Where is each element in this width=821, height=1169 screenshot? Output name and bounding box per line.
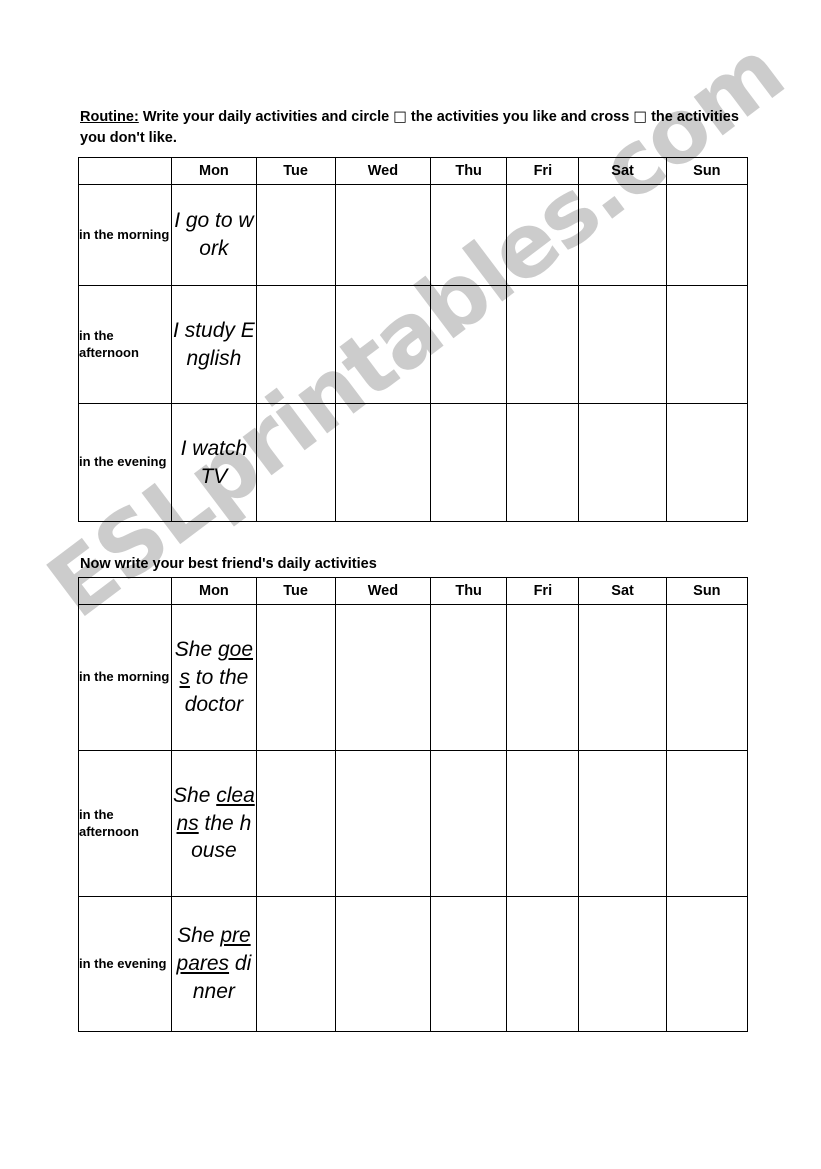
entry-cell-wed[interactable] xyxy=(334,896,432,1032)
entry-cell-wed[interactable] xyxy=(334,604,432,751)
entry-cell-fri[interactable] xyxy=(506,184,580,286)
daypart-label-afternoon: in the afternoon xyxy=(77,285,173,404)
entry-cell-thu[interactable] xyxy=(430,403,508,522)
routine-instruction-text-1: Write your daily activities and circle xyxy=(138,108,394,125)
entry-cell-wed[interactable] xyxy=(334,750,432,897)
routine-instruction-text-2: the activities you like and cross xyxy=(406,108,634,125)
table-row-evening: in the evening She prepares dinner xyxy=(77,896,749,1032)
header-cell-blank xyxy=(77,577,173,605)
friend-instruction: Now write your best friend's daily activ… xyxy=(80,555,377,572)
entry-cell-sun[interactable] xyxy=(665,604,749,751)
entry-cell-mon[interactable]: She prepares dinner xyxy=(171,896,257,1032)
entry-cell-sat[interactable] xyxy=(578,184,667,286)
header-cell-tue: Tue xyxy=(255,577,336,605)
entry-cell-thu[interactable] xyxy=(430,285,508,404)
header-cell-blank xyxy=(77,157,173,185)
entry-cell-tue[interactable] xyxy=(255,896,336,1032)
entry-cell-wed[interactable] xyxy=(334,403,432,522)
entry-cell-mon[interactable]: She goes to the doctor xyxy=(171,604,257,751)
entry-text: I watch TV xyxy=(180,436,248,488)
daypart-label-afternoon: in the afternoon xyxy=(77,750,173,897)
entry-cell-fri[interactable] xyxy=(506,750,580,897)
entry-cell-sat[interactable] xyxy=(578,750,667,897)
entry-cell-sat[interactable] xyxy=(578,285,667,404)
entry-cell-sun[interactable] xyxy=(665,184,749,286)
entry-text-after: to the doctor xyxy=(184,665,249,717)
header-cell-thu: Thu xyxy=(430,577,508,605)
header-cell-fri: Fri xyxy=(506,157,580,185)
table-header-row: Mon Tue Wed Thu Fri Sat Sun xyxy=(77,577,749,605)
header-cell-thu: Thu xyxy=(430,157,508,185)
entry-cell-tue[interactable] xyxy=(255,750,336,897)
daypart-label-evening: in the evening xyxy=(77,403,173,522)
routine-table-self: Mon Tue Wed Thu Fri Sat Sun in the morni… xyxy=(77,157,749,522)
entry-cell-tue[interactable] xyxy=(255,604,336,751)
entry-cell-mon[interactable]: I go to work xyxy=(171,184,257,286)
entry-cell-mon[interactable]: She cleans the house xyxy=(171,750,257,897)
header-cell-sat: Sat xyxy=(578,577,667,605)
daypart-label-evening: in the evening xyxy=(77,896,173,1032)
entry-cell-thu[interactable] xyxy=(430,750,508,897)
entry-cell-sat[interactable] xyxy=(578,604,667,751)
routine-table-friend: Mon Tue Wed Thu Fri Sat Sun in the morni… xyxy=(77,577,749,1032)
header-cell-wed: Wed xyxy=(334,577,432,605)
entry-cell-thu[interactable] xyxy=(430,896,508,1032)
entry-cell-thu[interactable] xyxy=(430,604,508,751)
daypart-label-morning: in the morning xyxy=(77,604,173,751)
entry-cell-sun[interactable] xyxy=(665,896,749,1032)
header-cell-tue: Tue xyxy=(255,157,336,185)
entry-cell-wed[interactable] xyxy=(334,184,432,286)
entry-cell-wed[interactable] xyxy=(334,285,432,404)
entry-cell-fri[interactable] xyxy=(506,285,580,404)
entry-cell-sat[interactable] xyxy=(578,896,667,1032)
daypart-label-morning: in the morning xyxy=(77,184,173,286)
table-row-morning: in the morning She goes to the doctor xyxy=(77,604,749,751)
entry-cell-sun[interactable] xyxy=(665,403,749,522)
entry-cell-fri[interactable] xyxy=(506,604,580,751)
entry-text-after: the house xyxy=(191,811,252,863)
table-row-morning: in the morning I go to work xyxy=(77,184,749,286)
header-cell-wed: Wed xyxy=(334,157,432,185)
table-header-row: Mon Tue Wed Thu Fri Sat Sun xyxy=(77,157,749,185)
routine-instruction-label: Routine: xyxy=(80,108,139,125)
entry-cell-sun[interactable] xyxy=(665,285,749,404)
header-cell-sat: Sat xyxy=(578,157,667,185)
cross-symbol-icon: □ xyxy=(633,108,648,125)
worksheet-page: ESLprintables.com Routine: Write your da… xyxy=(0,0,821,1169)
entry-cell-tue[interactable] xyxy=(255,285,336,404)
entry-text: I go to work xyxy=(174,209,254,260)
header-cell-fri: Fri xyxy=(506,577,580,605)
entry-cell-sun[interactable] xyxy=(665,750,749,897)
header-cell-mon: Mon xyxy=(171,577,257,605)
entry-text-before: She xyxy=(173,783,217,807)
entry-cell-mon[interactable]: I watch TV xyxy=(171,403,257,522)
entry-text-before: She xyxy=(174,637,218,661)
entry-cell-tue[interactable] xyxy=(255,184,336,286)
entry-cell-fri[interactable] xyxy=(506,896,580,1032)
entry-cell-thu[interactable] xyxy=(430,184,508,286)
entry-cell-tue[interactable] xyxy=(255,403,336,522)
entry-cell-mon[interactable]: I study English xyxy=(171,285,257,404)
entry-text-before: She xyxy=(177,924,221,948)
table-row-afternoon: in the afternoon I study English xyxy=(77,285,749,404)
header-cell-sun: Sun xyxy=(665,577,749,605)
circle-symbol-icon: □ xyxy=(393,108,407,125)
entry-text: I study English xyxy=(173,318,255,370)
header-cell-mon: Mon xyxy=(171,157,257,185)
entry-cell-fri[interactable] xyxy=(506,403,580,522)
entry-cell-sat[interactable] xyxy=(578,403,667,522)
table-row-afternoon: in the afternoon She cleans the house xyxy=(77,750,749,897)
routine-instruction: Routine: Write your daily activities and… xyxy=(80,107,740,149)
header-cell-sun: Sun xyxy=(665,157,749,185)
table-row-evening: in the evening I watch TV xyxy=(77,403,749,522)
